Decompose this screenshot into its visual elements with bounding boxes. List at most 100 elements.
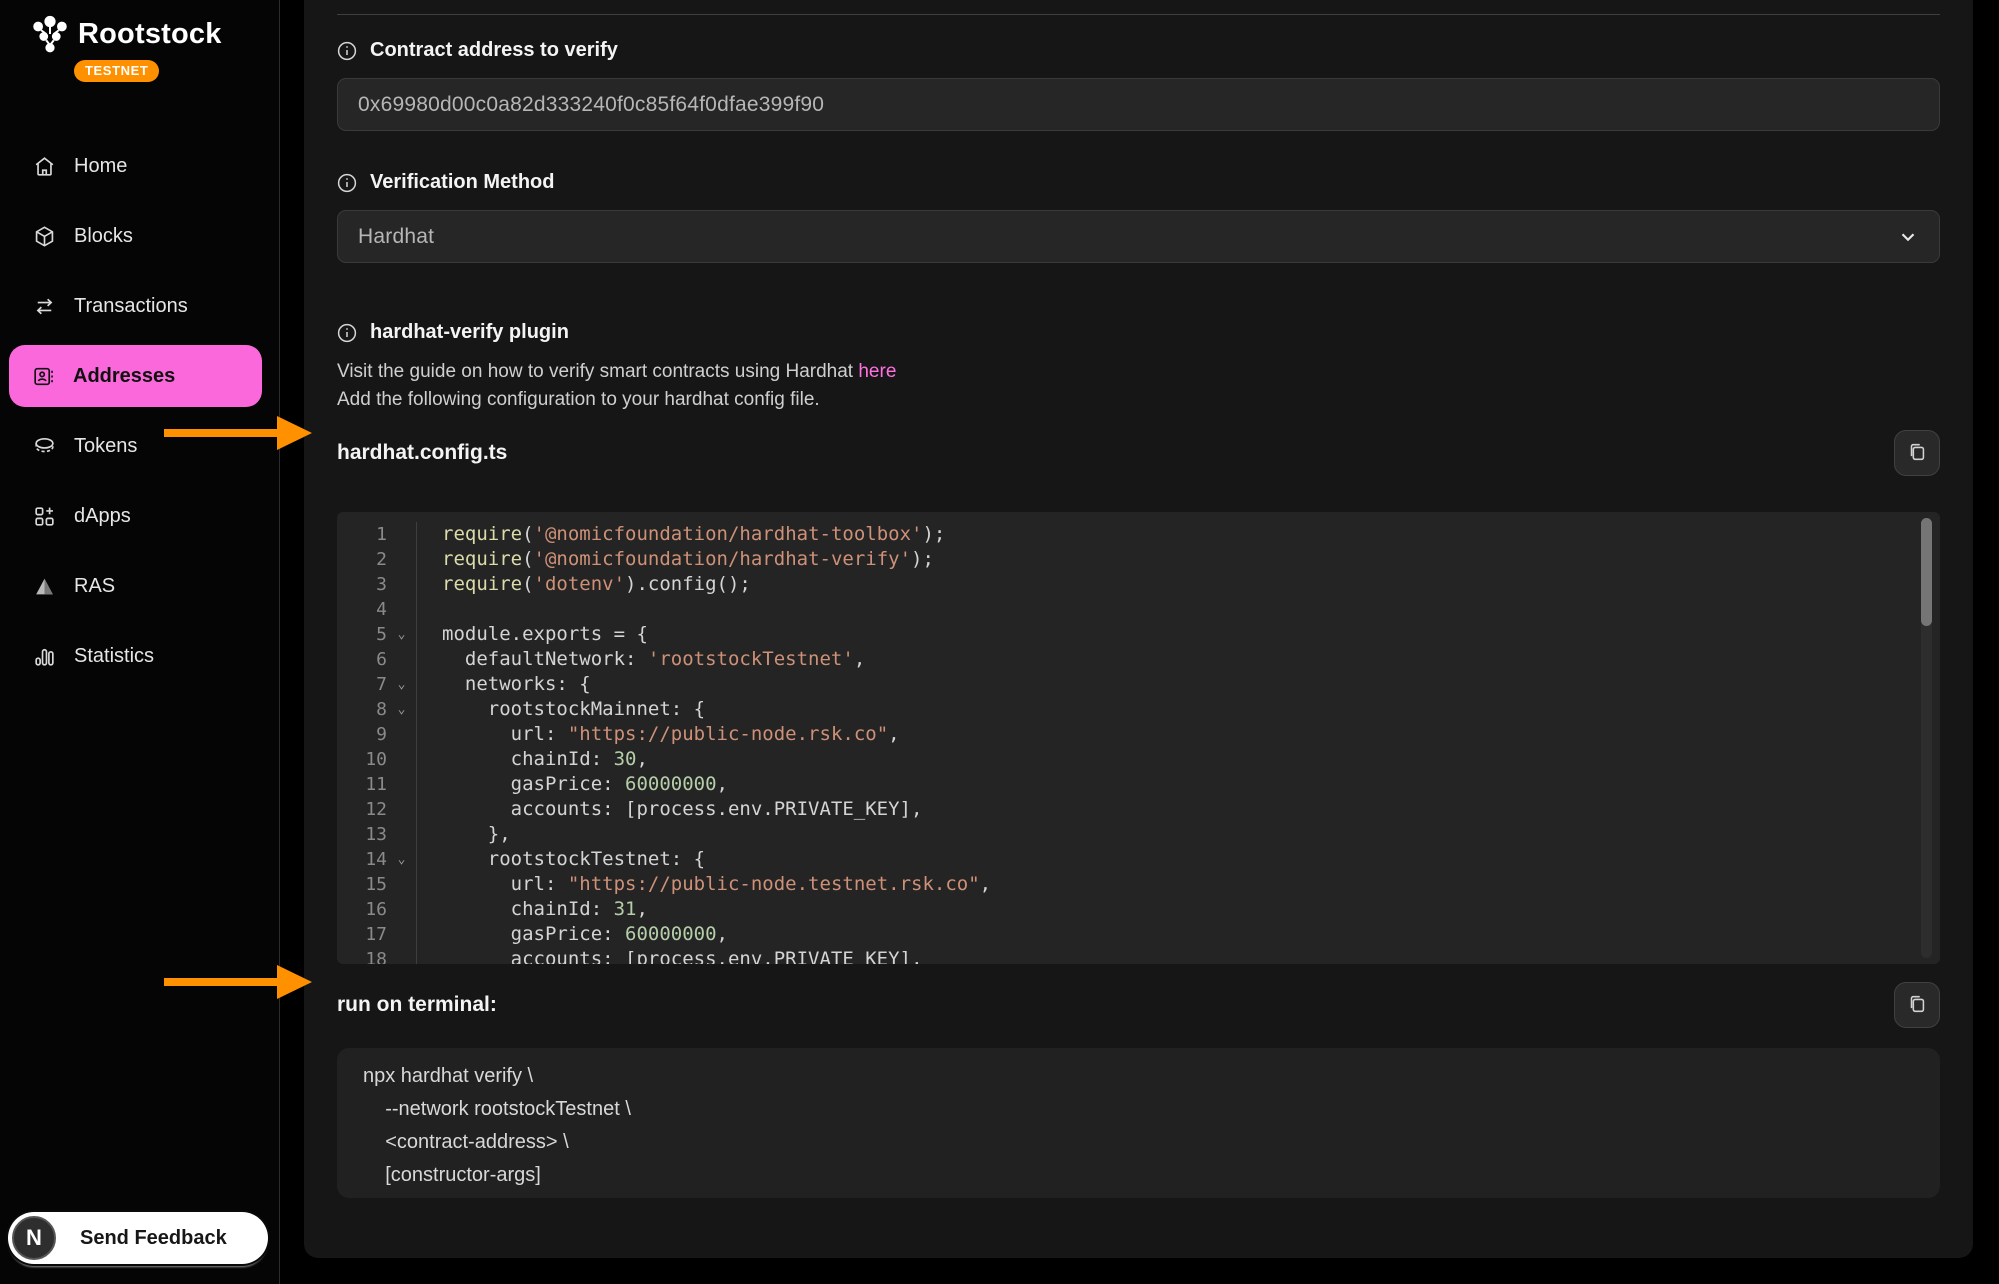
fold-gutter bbox=[387, 797, 417, 822]
code-line-6: 6 defaultNetwork: 'rootstockTestnet', bbox=[337, 647, 1940, 672]
fold-gutter bbox=[387, 872, 417, 897]
contract-address-value: 0x69980d00c0a82d333240f0c85f64f0dfae399f… bbox=[358, 93, 824, 117]
code-text: accounts: [process.env.PRIVATE_KEY], bbox=[417, 947, 922, 964]
line-number: 16 bbox=[337, 897, 387, 922]
code-scrollbar[interactable] bbox=[1921, 518, 1932, 958]
statistics-icon bbox=[31, 643, 57, 669]
contract-address-input[interactable]: 0x69980d00c0a82d333240f0c85f64f0dfae399f… bbox=[337, 78, 1940, 131]
addresses-icon bbox=[30, 363, 56, 389]
sidebar-item-label: Statistics bbox=[74, 645, 154, 668]
fold-gutter bbox=[387, 522, 417, 547]
copy-terminal-command-button[interactable] bbox=[1894, 982, 1940, 1028]
contract-address-label: Contract address to verify bbox=[370, 39, 618, 62]
fold-gutter bbox=[387, 772, 417, 797]
code-text bbox=[417, 597, 442, 622]
fold-gutter bbox=[387, 572, 417, 597]
sidebar-item-ras[interactable]: RAS bbox=[10, 551, 269, 621]
verification-method-label-row: Verification Method bbox=[337, 171, 1940, 194]
line-number: 8 bbox=[337, 697, 387, 722]
code-line-14: 14⌄ rootstockTestnet: { bbox=[337, 847, 1940, 872]
code-text: gasPrice: 60000000, bbox=[417, 922, 728, 947]
top-divider bbox=[337, 14, 1940, 15]
code-line-5: 5⌄module.exports = { bbox=[337, 622, 1940, 647]
line-number: 2 bbox=[337, 547, 387, 572]
code-text: require('@nomicfoundation/hardhat-verify… bbox=[417, 547, 934, 572]
sidebar-item-label: RAS bbox=[74, 575, 115, 598]
code-line-12: 12 accounts: [process.env.PRIVATE_KEY], bbox=[337, 797, 1940, 822]
sidebar-item-addresses[interactable]: Addresses bbox=[9, 345, 262, 407]
fold-gutter bbox=[387, 922, 417, 947]
verification-method-label: Verification Method bbox=[370, 171, 554, 194]
rootstock-logo-icon bbox=[30, 14, 70, 54]
arrow-to-terminal-command bbox=[164, 965, 312, 999]
info-icon[interactable] bbox=[337, 323, 357, 343]
line-number: 4 bbox=[337, 597, 387, 622]
sidebar-item-dapps[interactable]: dApps bbox=[10, 481, 269, 551]
line-number: 14 bbox=[337, 847, 387, 872]
sidebar-item-label: Transactions bbox=[74, 295, 188, 318]
fold-gutter bbox=[387, 897, 417, 922]
verification-method-select[interactable]: Hardhat bbox=[337, 210, 1940, 263]
line-number: 15 bbox=[337, 872, 387, 897]
feedback-label: Send Feedback bbox=[80, 1227, 227, 1250]
terminal-command-line: <contract-address> \ bbox=[363, 1126, 1914, 1159]
tokens-icon bbox=[31, 433, 57, 459]
line-number: 6 bbox=[337, 647, 387, 672]
code-line-15: 15 url: "https://public-node.testnet.rsk… bbox=[337, 872, 1940, 897]
fold-gutter bbox=[387, 822, 417, 847]
code-line-4: 4 bbox=[337, 597, 1940, 622]
copy-config-button[interactable] bbox=[1894, 430, 1940, 476]
sidebar-item-home[interactable]: Home bbox=[10, 131, 269, 201]
sidebar-item-blocks[interactable]: Blocks bbox=[10, 201, 269, 271]
line-number: 5 bbox=[337, 622, 387, 647]
code-text: rootstockTestnet: { bbox=[417, 847, 705, 872]
blocks-icon bbox=[31, 223, 57, 249]
code-line-9: 9 url: "https://public-node.rsk.co", bbox=[337, 722, 1940, 747]
code-text: url: "https://public-node.rsk.co", bbox=[417, 722, 900, 747]
sidebar-item-label: Addresses bbox=[73, 365, 175, 388]
terminal-command-line: --network rootstockTestnet \ bbox=[363, 1093, 1914, 1126]
code-line-13: 13 }, bbox=[337, 822, 1940, 847]
code-scrollbar-thumb[interactable] bbox=[1921, 518, 1932, 626]
info-icon[interactable] bbox=[337, 41, 357, 61]
guide-here-link[interactable]: here bbox=[858, 361, 896, 382]
fold-chevron-icon[interactable]: ⌄ bbox=[387, 847, 417, 872]
code-text: chainId: 30, bbox=[417, 747, 648, 772]
terminal-command-line: npx hardhat verify \ bbox=[363, 1060, 1914, 1093]
plugin-title-row: hardhat-verify plugin bbox=[337, 321, 1940, 344]
code-text: }, bbox=[417, 822, 511, 847]
code-line-1: 1require('@nomicfoundation/hardhat-toolb… bbox=[337, 522, 1940, 547]
send-feedback-button[interactable]: N Send Feedback bbox=[8, 1212, 268, 1264]
verification-method-value: Hardhat bbox=[358, 225, 434, 249]
code-text: defaultNetwork: 'rootstockTestnet', bbox=[417, 647, 865, 672]
run-on-terminal-label: run on terminal: bbox=[337, 993, 497, 1017]
fold-chevron-icon[interactable]: ⌄ bbox=[387, 697, 417, 722]
info-icon[interactable] bbox=[337, 173, 357, 193]
sidebar-item-label: Tokens bbox=[74, 435, 137, 458]
line-number: 18 bbox=[337, 947, 387, 964]
code-text: url: "https://public-node.testnet.rsk.co… bbox=[417, 872, 991, 897]
hardhat-config-code-block: 1require('@nomicfoundation/hardhat-toolb… bbox=[337, 512, 1940, 964]
sidebar-item-statistics[interactable]: Statistics bbox=[10, 621, 269, 691]
terminal-command-line: [constructor-args] bbox=[363, 1159, 1914, 1192]
plugin-guide-text: Visit the guide on how to verify smart c… bbox=[337, 358, 1940, 414]
fold-chevron-icon[interactable]: ⌄ bbox=[387, 622, 417, 647]
dapps-icon bbox=[31, 503, 57, 529]
testnet-badge: TESTNET bbox=[74, 60, 159, 82]
code-line-11: 11 gasPrice: 60000000, bbox=[337, 772, 1940, 797]
code-line-2: 2 require('@nomicfoundation/hardhat-verif… bbox=[337, 547, 1940, 572]
sidebar-item-transactions[interactable]: Transactions bbox=[10, 271, 269, 341]
config-file-label: hardhat.config.ts bbox=[337, 441, 507, 465]
chevron-down-icon bbox=[1897, 226, 1919, 248]
code-text: chainId: 31, bbox=[417, 897, 648, 922]
code-line-3: 3require('dotenv').config(); bbox=[337, 572, 1940, 597]
guide-text-line2: Add the following configuration to your … bbox=[337, 389, 820, 410]
fold-chevron-icon[interactable]: ⌄ bbox=[387, 672, 417, 697]
fold-gutter bbox=[387, 722, 417, 747]
sidebar: Rootstock TESTNET Home Blocks Transactions… bbox=[0, 0, 280, 1284]
code-text: require('@nomicfoundation/hardhat-toolbo… bbox=[417, 522, 945, 547]
sidebar-item-label: Home bbox=[74, 155, 127, 178]
brand: Rootstock TESTNET bbox=[30, 14, 222, 82]
arrow-to-config-file bbox=[164, 416, 312, 450]
terminal-command-block: npx hardhat verify \ --network rootstock… bbox=[337, 1048, 1940, 1198]
